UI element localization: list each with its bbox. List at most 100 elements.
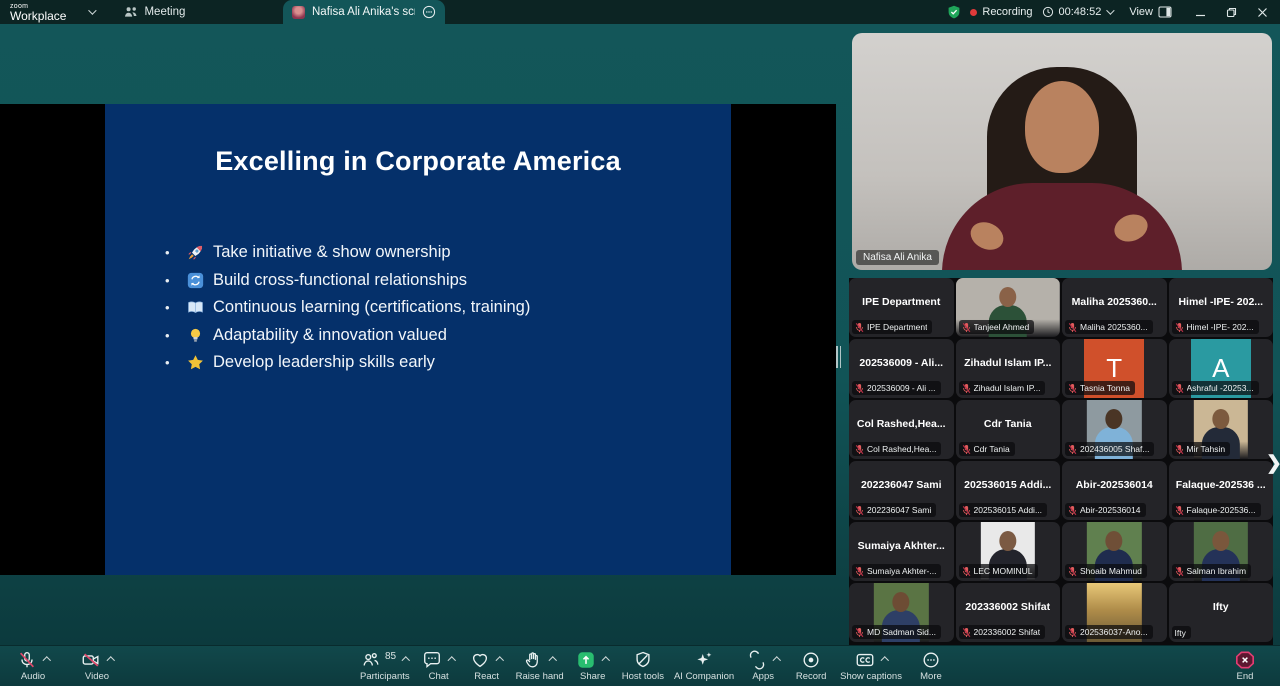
participant-tile[interactable]: TTasnia Tonna (1062, 339, 1167, 398)
participant-tile[interactable]: Col Rashed,Hea...Col Rashed,Hea... (849, 400, 954, 459)
participant-tile[interactable]: Maliha 2025360...Maliha 2025360... (1062, 278, 1167, 337)
participant-tile[interactable]: Zihadul Islam IP...Zihadul Islam IP... (956, 339, 1061, 398)
host-tools-button[interactable]: Host tools (622, 649, 664, 682)
participant-tile[interactable]: IPE DepartmentIPE Department (849, 278, 954, 337)
slide-bullet: •Build cross-functional relationships (165, 267, 731, 295)
participant-name-label: Cdr Tania (974, 444, 1010, 454)
participant-name-pill: Col Rashed,Hea... (852, 442, 941, 456)
show-captions-button[interactable]: Show captions (840, 649, 902, 682)
chevron-up-icon[interactable] (881, 657, 889, 665)
participant-tile[interactable]: 202536009 - Ali...202536009 - Ali ... (849, 339, 954, 398)
minimize-button[interactable] (1195, 7, 1206, 18)
participant-tile[interactable]: Cdr TaniaCdr Tania (956, 400, 1061, 459)
participant-tile[interactable]: IftyIfty (1169, 583, 1274, 642)
share-button[interactable]: Share (574, 649, 612, 682)
participants-button[interactable]: 85 Participants (360, 649, 410, 682)
participant-tile[interactable]: Shoaib Mahmud (1062, 522, 1167, 581)
ai-companion-button[interactable]: AI Companion (674, 649, 734, 682)
participant-tile[interactable]: 202536015 Addi...202536015 Addi... (956, 461, 1061, 520)
participant-tile[interactable]: AAshraful -20253... (1169, 339, 1274, 398)
chevron-up-icon[interactable] (107, 657, 115, 665)
speaker-video-tile[interactable]: Nafisa Ali Anika (852, 33, 1272, 270)
participant-tile[interactable]: 202536037-Ano... (1062, 583, 1167, 642)
chevron-up-icon[interactable] (549, 657, 557, 665)
gallery-next-page-chevron-icon[interactable]: ❯ (1266, 452, 1280, 475)
participant-tile[interactable]: Himel -IPE- 202...Himel -IPE- 202... (1169, 278, 1274, 337)
participant-tile[interactable]: Abir-202536014Abir-202536014 (1062, 461, 1167, 520)
toolbar-item-label: Participants (360, 671, 410, 682)
view-button[interactable]: View (1129, 6, 1172, 18)
toolbar-item-label: Audio (21, 671, 45, 682)
mic-muted-icon (962, 322, 971, 333)
slide-bullet: •Develop leadership skills early (165, 349, 731, 377)
participant-name-pill: 202336002 Shifat (959, 625, 1046, 639)
mic-muted-icon (1175, 322, 1184, 333)
participant-tile[interactable]: Sumaiya Akhter...Sumaiya Akhter-... (849, 522, 954, 581)
participant-name-label: Abir-202536014 (1080, 505, 1141, 515)
record-button[interactable]: Record (792, 649, 830, 682)
apps-button[interactable]: Apps (744, 649, 782, 682)
chevron-up-icon[interactable] (602, 657, 610, 665)
audio-button[interactable]: Audio (14, 649, 52, 682)
participant-name-label: Sumaiya Akhter-... (867, 566, 936, 576)
tab-shared-screen[interactable]: Nafisa Ali Anika's screen (283, 0, 445, 24)
video-button[interactable]: Video (78, 649, 116, 682)
participant-name-pill: 202236047 Sami (852, 503, 936, 517)
close-button[interactable] (1257, 7, 1268, 18)
participant-name-pill: Mir Tahsin (1172, 442, 1231, 456)
participant-tile[interactable]: 202236047 Sami202236047 Sami (849, 461, 954, 520)
chevron-up-icon[interactable] (496, 657, 504, 665)
chevron-up-icon[interactable] (448, 657, 456, 665)
participant-name-label: Ifty (1175, 628, 1186, 638)
brand-workplace: Workplace (10, 10, 66, 22)
participant-tile[interactable]: MD Sadman Sid... (849, 583, 954, 642)
more-button[interactable]: More (912, 649, 950, 682)
chevron-up-icon[interactable] (773, 657, 781, 665)
chat-button[interactable]: Chat (420, 649, 458, 682)
participants-grid: IPE DepartmentIPE DepartmentTanjeel Ahme… (849, 278, 1273, 645)
participant-name-label: 202536009 - Ali ... (867, 383, 936, 393)
toolbar-item-label: Raise hand (516, 671, 564, 682)
tab-meeting[interactable]: Meeting (124, 6, 185, 18)
participant-tile[interactable]: 202436005 Shaf... (1062, 400, 1167, 459)
participant-name-label: 202336002 Shifat (974, 627, 1041, 637)
mic-muted-icon (1175, 505, 1184, 516)
participant-display-name: Abir-202536014 (1066, 461, 1163, 508)
participant-name-label: Falaque-202536... (1187, 505, 1256, 515)
chevron-up-icon[interactable] (43, 657, 51, 665)
chevron-down-icon[interactable] (1107, 6, 1115, 14)
participant-name-pill: Cdr Tania (959, 442, 1015, 456)
end-button[interactable]: End (1226, 649, 1264, 682)
raise-hand-button[interactable]: Raise hand (516, 649, 564, 682)
participants-count-badge: 85 (385, 649, 396, 662)
panel-resize-handle[interactable] (836, 346, 842, 368)
security-shield-icon[interactable] (947, 5, 961, 19)
participant-tile[interactable]: Falaque-202536 ...Falaque-202536... (1169, 461, 1274, 520)
statusbar: Recording 00:48:52 View (947, 5, 1280, 19)
participant-name-label: Tasnia Tonna (1080, 383, 1130, 393)
react-button[interactable]: React (468, 649, 506, 682)
tab-avatar (292, 6, 305, 19)
participant-tile[interactable]: LEC MOMINUL (956, 522, 1061, 581)
title-tab-bar: zoom Workplace Meeting Nafisa Ali Anika'… (0, 0, 1280, 24)
meeting-timer[interactable]: 00:48:52 (1042, 6, 1113, 18)
participant-name-pill: LEC MOMINUL (959, 564, 1038, 578)
participant-tile[interactable]: Mir Tahsin (1169, 400, 1274, 459)
participant-tile[interactable]: Tanjeel Ahmed (956, 278, 1061, 337)
participant-name-label: Col Rashed,Hea... (867, 444, 936, 454)
chat-icon (422, 650, 442, 670)
mic-muted-icon (855, 566, 864, 577)
bullet-text: Develop leadership skills early (213, 353, 435, 372)
mic-muted-icon (1175, 383, 1184, 394)
participant-tile[interactable]: 202336002 Shifat202336002 Shifat (956, 583, 1061, 642)
chevron-down-icon[interactable] (89, 6, 97, 14)
participant-name-pill: 202536015 Addi... (959, 503, 1048, 517)
maximize-button[interactable] (1226, 7, 1237, 18)
participant-name-label: 202436005 Shaf... (1080, 444, 1149, 454)
sync-arrows-icon (187, 272, 213, 289)
tab-options-ellipsis-icon[interactable] (422, 5, 436, 19)
participant-tile[interactable]: Salman Ibrahim (1169, 522, 1274, 581)
slide-bullet-list: •Take initiative & show ownership•Build … (165, 239, 731, 377)
screen-share-stage: Excelling in Corporate America •Take ini… (0, 24, 836, 645)
chevron-up-icon[interactable] (402, 657, 410, 665)
